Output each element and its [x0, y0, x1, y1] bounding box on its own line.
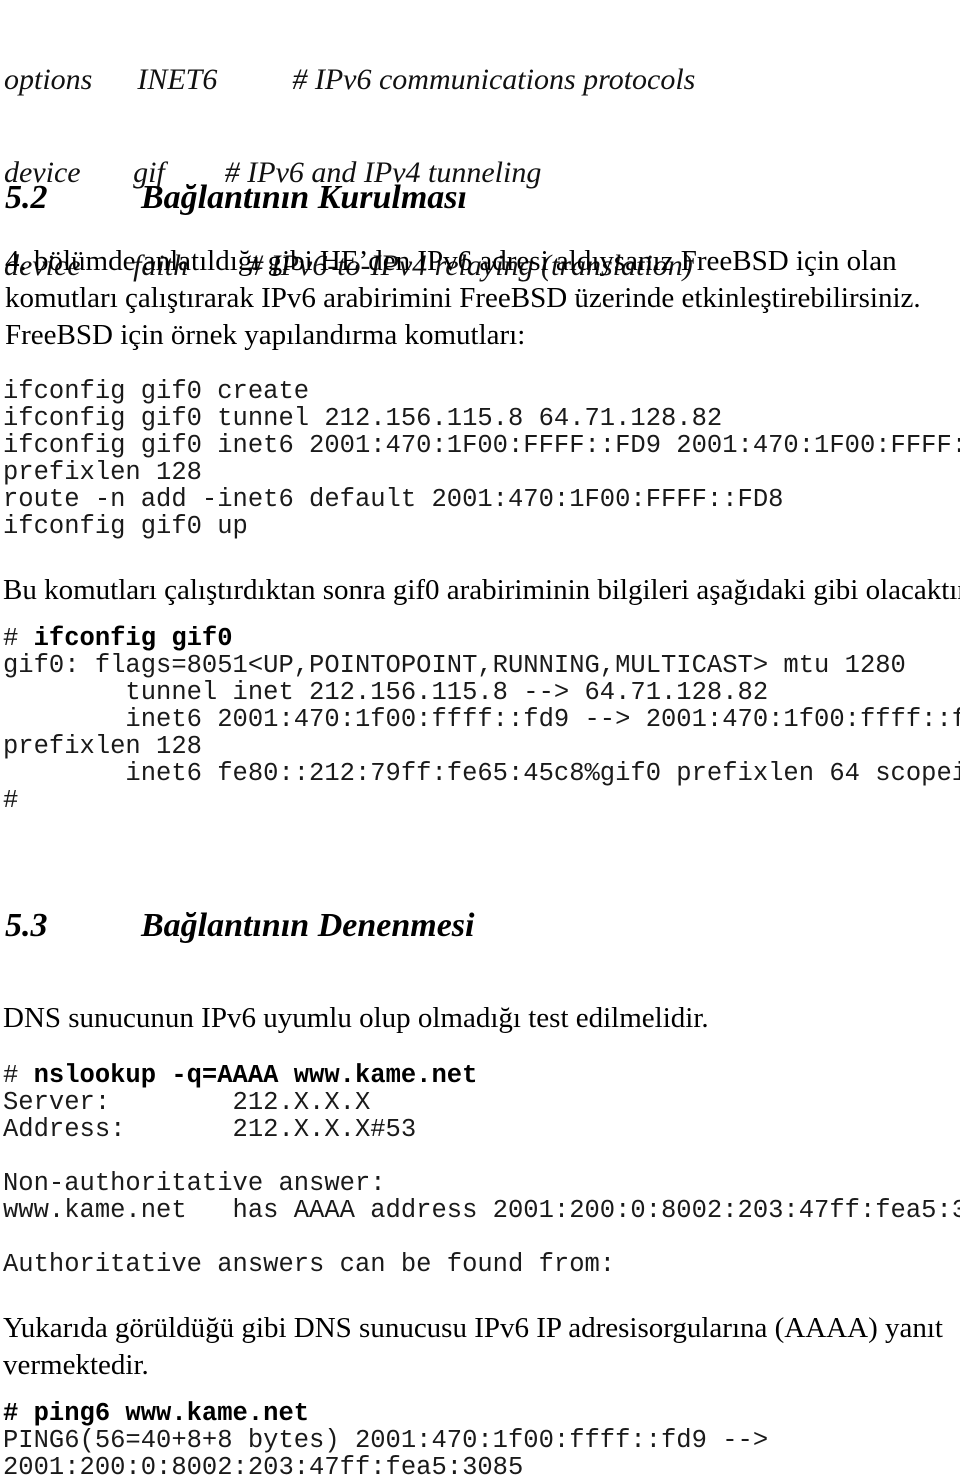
paragraph-after-setup-commands: Bu komutları çalıştırdıktan sonra gif0 a… — [3, 574, 960, 606]
code-line: Authoritative answers can be found from: — [3, 1250, 616, 1279]
code-line: Non-authoritative answer: — [3, 1169, 386, 1198]
config-line-options: options INET6 # IPv6 communications prot… — [4, 63, 696, 96]
paragraph-line: Yukarıda görüldüğü gibi DNS sunucusu IPv… — [3, 1312, 943, 1344]
section-title-5-3: Bağlantının Denenmesi — [141, 907, 475, 944]
paragraph-after-nslookup: Yukarıda görüldüğü gibi DNS sunucusu IPv… — [3, 1310, 953, 1384]
code-line: route -n add -inet6 default 2001:470:1F0… — [3, 485, 784, 514]
section-number-5-2: 5.2 — [5, 179, 48, 216]
code-line: Address: 212.X.X.X#53 — [3, 1115, 417, 1144]
code-block-ifconfig-setup: ifconfig gif0 create ifconfig gif0 tunne… — [3, 378, 960, 540]
code-line: ifconfig gif0 tunnel 212.156.115.8 64.71… — [3, 404, 723, 433]
section-heading-5-3: 5.3 Bağlantının Denenmesi — [5, 906, 474, 946]
paragraph-line: 4. bölümde anlatıldığı gibi HE’den IPv6 … — [5, 245, 897, 277]
code-line: www.kame.net has AAAA address 2001:200:0… — [3, 1196, 960, 1225]
document-page: options INET6 # IPv6 communications prot… — [0, 0, 960, 1481]
code-block-nslookup: # nslookup -q=AAAA www.kame.net Server: … — [3, 1062, 960, 1278]
section-title-5-2: Bağlantının Kurulması — [141, 179, 467, 216]
section-heading-5-2: 5.2 Bağlantının Kurulması — [5, 178, 467, 218]
code-line: ifconfig gif0 create — [3, 377, 310, 406]
code-line: Server: 212.X.X.X — [3, 1088, 371, 1117]
shell-command-ping6: # ping6 www.kame.net — [3, 1399, 310, 1428]
code-line: PING6(56=40+8+8 bytes) 2001:470:1f00:fff… — [3, 1426, 769, 1455]
paragraph-line: komutları çalıştırarak IPv6 arabirimini … — [5, 282, 921, 314]
code-line: # — [3, 786, 19, 815]
code-block-ping6: # ping6 www.kame.net PING6(56=40+8+8 byt… — [3, 1400, 768, 1481]
section-number-5-3: 5.3 — [5, 907, 48, 944]
shell-prompt-hash: # — [3, 624, 34, 653]
code-line: gif0: flags=8051<UP,POINTOPOINT,RUNNING,… — [3, 651, 906, 680]
code-line: ifconfig gif0 up — [3, 512, 248, 541]
code-line: tunnel inet 212.156.115.8 --> 64.71.128.… — [3, 678, 769, 707]
code-line: prefixlen 128 — [3, 458, 202, 487]
code-block-ifconfig-output: # ifconfig gif0 gif0: flags=8051<UP,POIN… — [3, 625, 960, 814]
code-line: ifconfig gif0 inet6 2001:470:1F00:FFFF::… — [3, 431, 960, 460]
shell-prompt-hash: # — [3, 1061, 34, 1090]
paragraph-5-3-intro: DNS sunucunun IPv6 uyumlu olup olmadığı … — [3, 1002, 709, 1034]
code-line: inet6 fe80::212:79ff:fe65:45c8%gif0 pref… — [3, 759, 960, 788]
shell-command-ifconfig: ifconfig gif0 — [33, 624, 233, 653]
paragraph-5-2-intro: 4. bölümde anlatıldığı gibi HE’den IPv6 … — [5, 243, 945, 354]
code-line: inet6 2001:470:1f00:ffff::fd9 --> 2001:4… — [3, 705, 960, 734]
paragraph-line: vermektedir. — [3, 1349, 149, 1381]
code-line: prefixlen 128 — [3, 732, 202, 761]
shell-command-nslookup: nslookup -q=AAAA www.kame.net — [33, 1061, 478, 1090]
paragraph-line: FreeBSD için örnek yapılandırma komutlar… — [5, 319, 526, 351]
